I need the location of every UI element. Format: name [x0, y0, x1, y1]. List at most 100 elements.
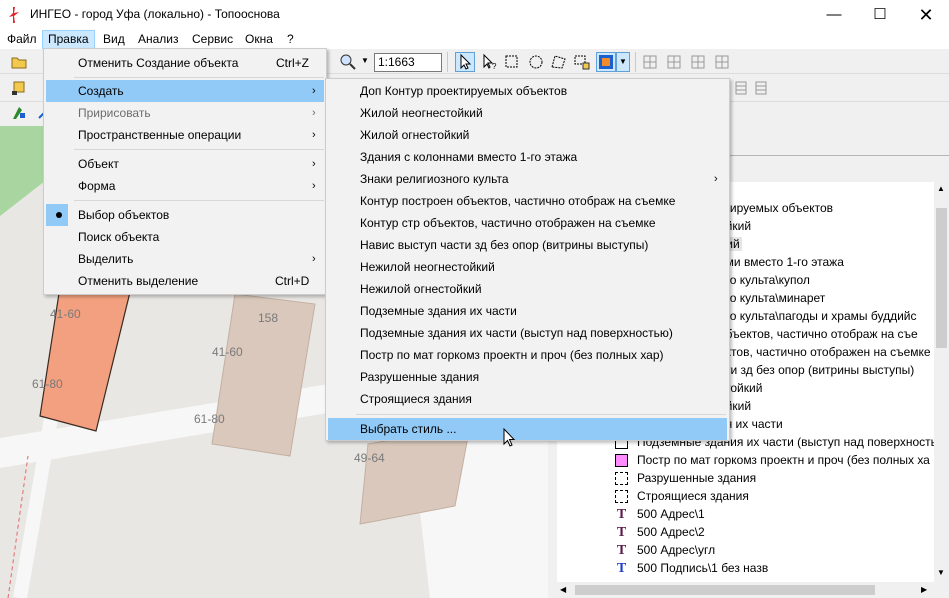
menu-item-spatial-operations[interactable]: Пространственные операции ›: [46, 124, 324, 146]
menu-analysis[interactable]: Анализ: [133, 30, 184, 49]
menu-item-create-type[interactable]: Контур стр объектов, частично отображен …: [328, 212, 727, 234]
menu-item-create-type[interactable]: Нежилой неогнестойкий: [328, 256, 727, 278]
legend-item-label: Постр по мат горкомз проектн и проч (без…: [637, 453, 930, 467]
menu-service[interactable]: Сервис: [187, 30, 238, 49]
table-icon: [735, 81, 747, 95]
legend-item-label: 500 Адрес\угл: [637, 543, 716, 557]
menu-windows[interactable]: Окна: [240, 30, 278, 49]
scroll-up-icon[interactable]: ▲: [937, 184, 945, 193]
rect-select-icon[interactable]: [503, 53, 521, 71]
pin-icon[interactable]: [10, 104, 28, 122]
menu-item-form[interactable]: Форма ›: [46, 175, 324, 197]
menu-item-label: Пририсовать: [78, 106, 151, 120]
menu-item-label: Нежилой огнестойкий: [360, 282, 482, 296]
map-label: 41-60: [50, 307, 81, 321]
table-icon: [755, 81, 767, 95]
dashed-square-symbol-icon: [615, 472, 628, 485]
menu-item-create-type[interactable]: Доп Контур проектируемых объектов: [328, 80, 727, 102]
menu-item-select-objects[interactable]: Выбор объектов: [46, 204, 324, 226]
menu-item-create-type[interactable]: Знаки религиозного культа ›: [328, 168, 727, 190]
legend-item[interactable]: Постр по мат горкомз проектн и проч (без…: [557, 452, 934, 470]
menu-item-label: Постр по мат горкомз проектн и проч (без…: [360, 348, 664, 362]
menu-item-find-object[interactable]: Поиск объекта: [46, 226, 324, 248]
menu-view[interactable]: Вид: [98, 30, 130, 49]
menu-item-create-type[interactable]: Нежилой огнестойкий: [328, 278, 727, 300]
menu-item-label: Доп Контур проектируемых объектов: [360, 84, 568, 98]
menu-item-create-type[interactable]: Навис выступ части зд без опор (витрины …: [328, 234, 727, 256]
maximize-button[interactable]: ☐: [857, 0, 903, 30]
menu-item-label: Выделить: [78, 252, 134, 266]
menu-item-create-type[interactable]: Подземные здания их части: [328, 300, 727, 322]
legend-item[interactable]: T 500 Адрес\2: [557, 524, 934, 542]
minimize-button[interactable]: —: [811, 0, 857, 30]
map-label: 158: [258, 311, 278, 325]
scroll-right-icon[interactable]: ▶: [921, 585, 927, 594]
legend-item-label: объектов, частично отображ на съе: [719, 327, 918, 341]
menu-item-create[interactable]: Создать ›: [46, 80, 324, 102]
vertical-scrollbar[interactable]: ▲ ▼: [934, 182, 949, 582]
menu-item-label: Поиск объекта: [78, 230, 160, 244]
toolbar-separator: [635, 52, 636, 72]
legend-item-label: ектов, частично отображен на съемке: [719, 345, 931, 359]
map-label: 41-60: [212, 345, 243, 359]
legend-item-label: 500 Подпись\1 без назв: [637, 561, 769, 575]
menu-item-deselect[interactable]: Отменить выделение Ctrl+D: [46, 270, 324, 292]
menu-item-label: Создать: [78, 84, 124, 98]
pointer-query-icon[interactable]: ?: [480, 53, 498, 71]
menu-item-create-type[interactable]: Строящиеся здания: [328, 388, 727, 410]
menu-separator: [74, 149, 324, 150]
scale-input[interactable]: 1:1663: [374, 53, 442, 72]
menu-item-object[interactable]: Объект ›: [46, 153, 324, 175]
map-label: 61-80: [32, 377, 63, 391]
menu-item-create-type[interactable]: Подземные здания их части (выступ над по…: [328, 322, 727, 344]
layer-icon[interactable]: [10, 79, 28, 97]
submenu-arrow-icon: ›: [312, 129, 316, 141]
legend-item[interactable]: T 500 Подпись\1 без назв: [557, 560, 934, 578]
legend-item-label: ого культа\пагоды и храмы буддийс: [719, 309, 917, 323]
close-button[interactable]: ✕: [903, 0, 949, 30]
menu-item-label: Отменить Создание объекта: [78, 56, 239, 70]
menu-item-choose-style[interactable]: Выбрать стиль ...: [328, 418, 727, 440]
menu-separator: [74, 200, 324, 201]
zoom-icon[interactable]: [339, 53, 357, 71]
scroll-thumb[interactable]: [575, 585, 875, 595]
menu-item-create-type[interactable]: Постр по мат горкомз проектн и проч (без…: [328, 344, 727, 366]
legend-item[interactable]: T 500 Адрес\1: [557, 506, 934, 524]
menu-item-create-type[interactable]: Здания с колоннами вместо 1-го этажа: [328, 146, 727, 168]
grid-tool-icon: [715, 55, 729, 69]
menu-edit[interactable]: Правка: [42, 30, 95, 49]
line-select-icon[interactable]: [573, 53, 591, 71]
submenu-arrow-icon: ›: [714, 173, 718, 185]
legend-item[interactable]: Строящиеся здания: [557, 488, 934, 506]
legend-item-label: 500 Адрес\1: [637, 507, 705, 521]
text-symbol-icon: T: [616, 561, 627, 576]
menu-item-create-type[interactable]: Жилой огнестойкий: [328, 124, 727, 146]
scroll-thumb[interactable]: [936, 208, 947, 348]
menu-item-create-type[interactable]: Жилой неогнестойкий: [328, 102, 727, 124]
horizontal-scrollbar[interactable]: ◀ ▶: [557, 582, 934, 598]
legend-item-label: ами вместо 1-го этажа: [719, 255, 844, 269]
legend-item[interactable]: T 500 Адрес\угл: [557, 542, 934, 560]
scroll-down-icon[interactable]: ▼: [937, 568, 945, 577]
menu-item-label: Жилой огнестойкий: [360, 128, 470, 142]
scroll-left-icon[interactable]: ◀: [560, 585, 566, 594]
submenu-arrow-icon: ›: [312, 85, 316, 97]
circle-select-icon[interactable]: [527, 53, 545, 71]
menu-item-undo[interactable]: Отменить Создание объекта Ctrl+Z: [46, 52, 324, 74]
menu-item-create-type[interactable]: Разрушенные здания: [328, 366, 727, 388]
menu-item-create-type[interactable]: Контур построен объектов, частично отобр…: [328, 190, 727, 212]
zoom-dropdown-icon[interactable]: ▼: [361, 56, 369, 65]
menu-item-label: Объект: [78, 157, 119, 171]
submenu-arrow-icon: ›: [312, 253, 316, 265]
pointer-select-icon[interactable]: [455, 52, 475, 72]
menu-item-select[interactable]: Выделить ›: [46, 248, 324, 270]
polygon-select-icon[interactable]: [550, 53, 568, 71]
menu-help[interactable]: ?: [282, 30, 299, 49]
legend-item[interactable]: Разрушенные здания: [557, 470, 934, 488]
legend-item-label: сти зд без опор (витрины выступы): [719, 363, 915, 377]
style-dropdown-icon[interactable]: ▼: [616, 52, 630, 72]
svg-text:?: ?: [492, 62, 497, 71]
folder-open-icon[interactable]: [10, 53, 28, 71]
style-palette-icon[interactable]: [596, 52, 616, 72]
menu-file[interactable]: Файл: [2, 30, 42, 49]
